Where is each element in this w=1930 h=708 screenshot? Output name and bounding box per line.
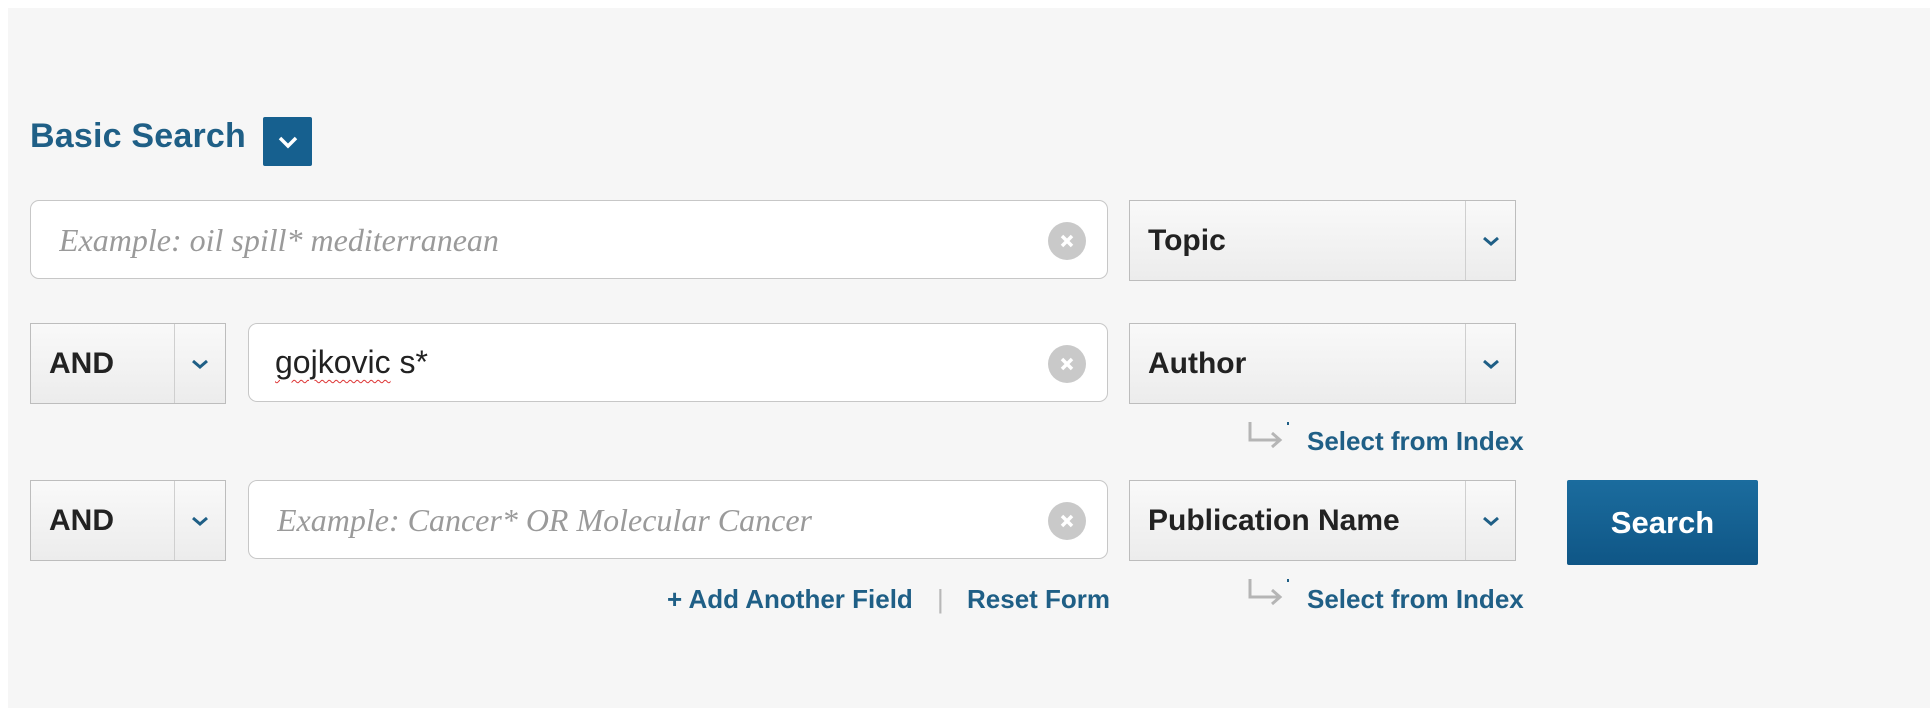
select-from-index-link-author[interactable]: Select from Index xyxy=(1307,426,1524,457)
chevron-down-icon xyxy=(1465,201,1515,280)
author-search-input[interactable]: gojkovic s* xyxy=(275,344,428,381)
reset-form-link[interactable]: Reset Form xyxy=(967,584,1110,615)
chevron-down-icon xyxy=(1465,481,1515,560)
basic-search-toggle[interactable] xyxy=(263,117,312,166)
chevron-down-icon xyxy=(278,136,297,148)
search-button[interactable]: Search xyxy=(1567,480,1758,565)
publication-search-field[interactable] xyxy=(248,480,1108,560)
clear-icon[interactable] xyxy=(1048,222,1086,260)
chevron-down-icon xyxy=(174,324,225,403)
operator-label: AND xyxy=(49,347,114,380)
value-rest: s* xyxy=(390,344,428,380)
field-select-topic[interactable]: Topic xyxy=(1129,200,1516,281)
link-separator: | xyxy=(937,584,944,614)
field-select-author[interactable]: Author xyxy=(1129,323,1516,404)
misspelled-word: gojkovic xyxy=(275,344,391,380)
basic-search-title: Basic Search xyxy=(30,117,246,155)
topic-search-field[interactable] xyxy=(30,200,1108,280)
clear-icon[interactable] xyxy=(1048,502,1086,540)
field-select-label: Topic xyxy=(1148,224,1226,257)
arrow-turn-right-icon xyxy=(1248,579,1289,606)
chevron-down-icon xyxy=(174,481,225,560)
clear-icon[interactable] xyxy=(1048,345,1086,383)
field-select-label: Publication Name xyxy=(1148,504,1400,537)
add-another-field-link[interactable]: + Add Another Field xyxy=(667,584,913,615)
select-from-index-link-publication[interactable]: Select from Index xyxy=(1307,584,1524,615)
publication-search-input[interactable] xyxy=(275,481,1037,560)
operator-select-row3[interactable]: AND xyxy=(30,480,226,561)
field-select-label: Author xyxy=(1148,347,1247,380)
operator-label: AND xyxy=(49,504,114,537)
field-select-publication[interactable]: Publication Name xyxy=(1129,480,1516,561)
arrow-turn-right-icon xyxy=(1248,422,1289,449)
topic-search-input[interactable] xyxy=(57,201,1037,280)
chevron-down-icon xyxy=(1465,324,1515,403)
author-search-field[interactable]: gojkovic s* xyxy=(248,323,1108,402)
operator-select-row2[interactable]: AND xyxy=(30,323,226,404)
